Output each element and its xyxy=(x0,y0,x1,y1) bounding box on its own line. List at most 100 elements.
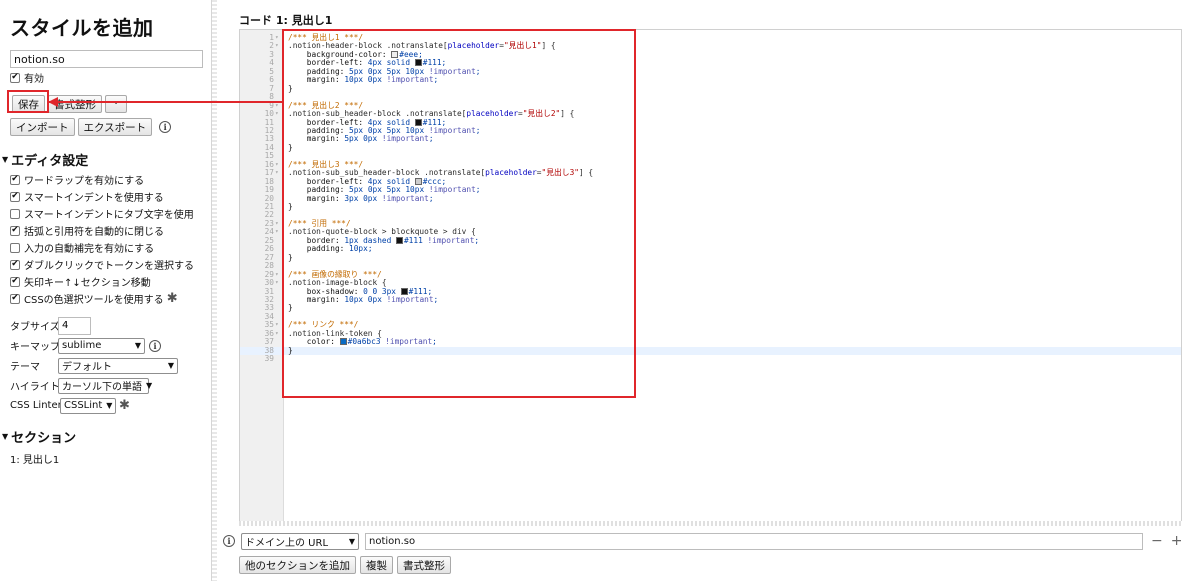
enabled-checkbox-row[interactable]: ✔ 有効 xyxy=(10,70,201,85)
sections-heading[interactable]: ▼ セクション xyxy=(2,427,201,446)
fold-arrow-icon[interactable]: ▾ xyxy=(275,330,279,338)
keymap-value: sublime xyxy=(62,340,102,351)
page-title: スタイルを追加 xyxy=(10,16,154,40)
keymap-row: キーマップ sublime ▼ i xyxy=(10,336,201,355)
keymap-select[interactable]: sublime ▼ xyxy=(58,337,145,354)
tab-size-label: タブサイズ xyxy=(10,322,60,333)
highlight-label: ハイライト xyxy=(10,382,60,393)
code-section-title: コード 1: 見出し1 xyxy=(239,14,333,27)
more-button[interactable]: · xyxy=(105,95,127,113)
editor-options-list: ✔ ワードラップを有効にする ✔ スマートインデントを使用する スマートインデントに… xyxy=(10,172,201,306)
fold-arrow-icon[interactable]: ▾ xyxy=(275,161,279,169)
import-button[interactable]: インポート xyxy=(10,118,75,136)
highlight-value: カーソル下の単語 xyxy=(62,382,142,393)
option-label: 矢印キー↑↓セクション移動 xyxy=(24,278,151,289)
triangle-down-icon: ▼ xyxy=(2,432,9,441)
triangle-down-icon: ▼ xyxy=(2,155,9,164)
add-section-button[interactable]: 他のセクションを追加 xyxy=(239,556,356,574)
fold-arrow-icon[interactable]: ▾ xyxy=(275,220,279,228)
linter-label: CSS Linter xyxy=(10,400,62,411)
applies-url-input[interactable] xyxy=(365,532,1143,550)
option-row[interactable]: ✔ ワードラップを有効にする xyxy=(10,172,201,187)
editor-settings-heading[interactable]: ▼ エディタ設定 xyxy=(2,150,201,169)
fold-arrow-icon[interactable]: ▾ xyxy=(275,42,279,50)
option-row[interactable]: 入力の自動補完を有効にする xyxy=(10,240,201,255)
editor-resize-handle[interactable] xyxy=(239,521,1182,526)
option-checkbox[interactable]: ✔ xyxy=(10,174,20,185)
line-number: 10 xyxy=(264,109,274,119)
option-label: スマートインデントを使用する xyxy=(24,193,164,204)
fold-arrow-icon[interactable]: ▾ xyxy=(275,102,279,110)
option-checkbox[interactable]: ✔ xyxy=(10,225,20,236)
option-checkbox[interactable] xyxy=(10,242,20,253)
theme-row: テーマ デフォルト ▼ xyxy=(10,356,201,375)
line-number: 19 xyxy=(264,185,274,195)
option-row[interactable]: ✔ スマートインデントを使用する xyxy=(10,189,201,204)
gear-icon[interactable]: ✱ xyxy=(167,292,178,305)
tab-size-row: タブサイズ xyxy=(10,316,201,335)
option-row[interactable]: ✔ CSSの色選択ツールを使用する ✱ xyxy=(10,291,201,306)
option-row[interactable]: スマートインデントにタブ文字を使用 xyxy=(10,206,201,221)
style-name-input[interactable] xyxy=(10,50,203,68)
option-row[interactable]: ✔ ダブルクリックでトークンを選択する xyxy=(10,257,201,272)
option-label: 括弧と引用符を自動的に閉じる xyxy=(24,227,164,238)
chevron-down-icon: ▼ xyxy=(167,361,174,370)
beautify-button[interactable]: 書式整形 xyxy=(48,95,102,113)
sidebar: スタイルを追加 ✔ 有効 保存 書式整形 · インポート エクスポート i ▼ … xyxy=(0,0,212,581)
theme-select[interactable]: デフォルト ▼ xyxy=(58,357,178,374)
option-checkbox[interactable]: ✔ xyxy=(10,276,20,287)
clone-section-button[interactable]: 複製 xyxy=(360,556,393,574)
option-row[interactable]: ✔ 矢印キー↑↓セクション移動 xyxy=(10,274,201,289)
linter-value: CSSLint xyxy=(64,400,103,411)
tab-size-input[interactable] xyxy=(58,316,91,335)
line-number: 30 xyxy=(264,278,274,288)
add-rule-icon[interactable]: + xyxy=(1171,534,1183,548)
beautify-section-button[interactable]: 書式整形 xyxy=(397,556,451,574)
option-checkbox[interactable]: ✔ xyxy=(10,259,20,270)
highlight-select[interactable]: カーソル下の単語 ▼ xyxy=(58,377,152,394)
applies-type-value: ドメイン上の URL xyxy=(245,537,329,549)
fold-arrow-icon[interactable]: ▾ xyxy=(275,110,279,118)
chevron-down-icon: ▼ xyxy=(106,401,113,410)
option-label: 入力の自動補完を有効にする xyxy=(24,244,155,255)
line-number: 8 xyxy=(269,92,274,102)
keymap-info-icon[interactable]: i xyxy=(149,339,161,352)
applies-to-row: i ドメイン上の URL ▼ − + xyxy=(223,532,1188,550)
fold-arrow-icon[interactable]: ▾ xyxy=(275,169,279,177)
line-number: 28 xyxy=(264,261,274,271)
linter-select[interactable]: CSSLint ▼ xyxy=(60,397,116,414)
enabled-label: 有効 xyxy=(24,74,44,85)
fold-arrow-icon[interactable]: ▾ xyxy=(275,228,279,236)
sidebar-resize-handle[interactable] xyxy=(212,0,217,581)
theme-value: デフォルト xyxy=(62,362,112,373)
save-button[interactable]: 保存 xyxy=(12,95,45,113)
sections-title: セクション xyxy=(11,431,77,446)
chevron-down-icon: ▼ xyxy=(134,341,141,350)
applies-type-select[interactable]: ドメイン上の URL ▼ xyxy=(241,532,359,550)
theme-label: テーマ xyxy=(10,362,40,373)
annotation-highlight-box xyxy=(282,29,636,398)
option-label: ワードラップを有効にする xyxy=(24,176,145,187)
fold-arrow-icon[interactable]: ▾ xyxy=(275,34,279,42)
option-label: スマートインデントにタブ文字を使用 xyxy=(24,210,194,221)
fold-arrow-icon[interactable]: ▾ xyxy=(275,271,279,279)
applies-info-icon[interactable]: i xyxy=(223,535,235,547)
linter-row: CSS Linter CSSLint ▼ ✱ xyxy=(10,396,201,415)
option-checkbox[interactable] xyxy=(10,208,20,219)
line-number: 37 xyxy=(264,337,274,347)
option-label: CSSの色選択ツールを使用する xyxy=(24,295,164,306)
option-row[interactable]: ✔ 括弧と引用符を自動的に閉じる xyxy=(10,223,201,238)
option-checkbox[interactable]: ✔ xyxy=(10,191,20,202)
fold-arrow-icon[interactable]: ▾ xyxy=(275,321,279,329)
section-actions: 他のセクションを追加 複製 書式整形 xyxy=(239,556,451,574)
linter-gear-icon[interactable]: ✱ xyxy=(119,399,130,412)
export-button[interactable]: エクスポート xyxy=(77,118,153,136)
editor-settings-title: エディタ設定 xyxy=(11,154,89,169)
option-checkbox[interactable]: ✔ xyxy=(10,293,20,304)
fold-arrow-icon[interactable]: ▾ xyxy=(275,279,279,287)
remove-rule-icon[interactable]: − xyxy=(1151,534,1163,548)
info-icon[interactable]: i xyxy=(159,121,172,133)
chevron-down-icon: ▼ xyxy=(348,536,355,546)
enabled-checkbox[interactable]: ✔ xyxy=(10,72,20,83)
section-item[interactable]: 1: 見出し1 xyxy=(10,451,201,466)
